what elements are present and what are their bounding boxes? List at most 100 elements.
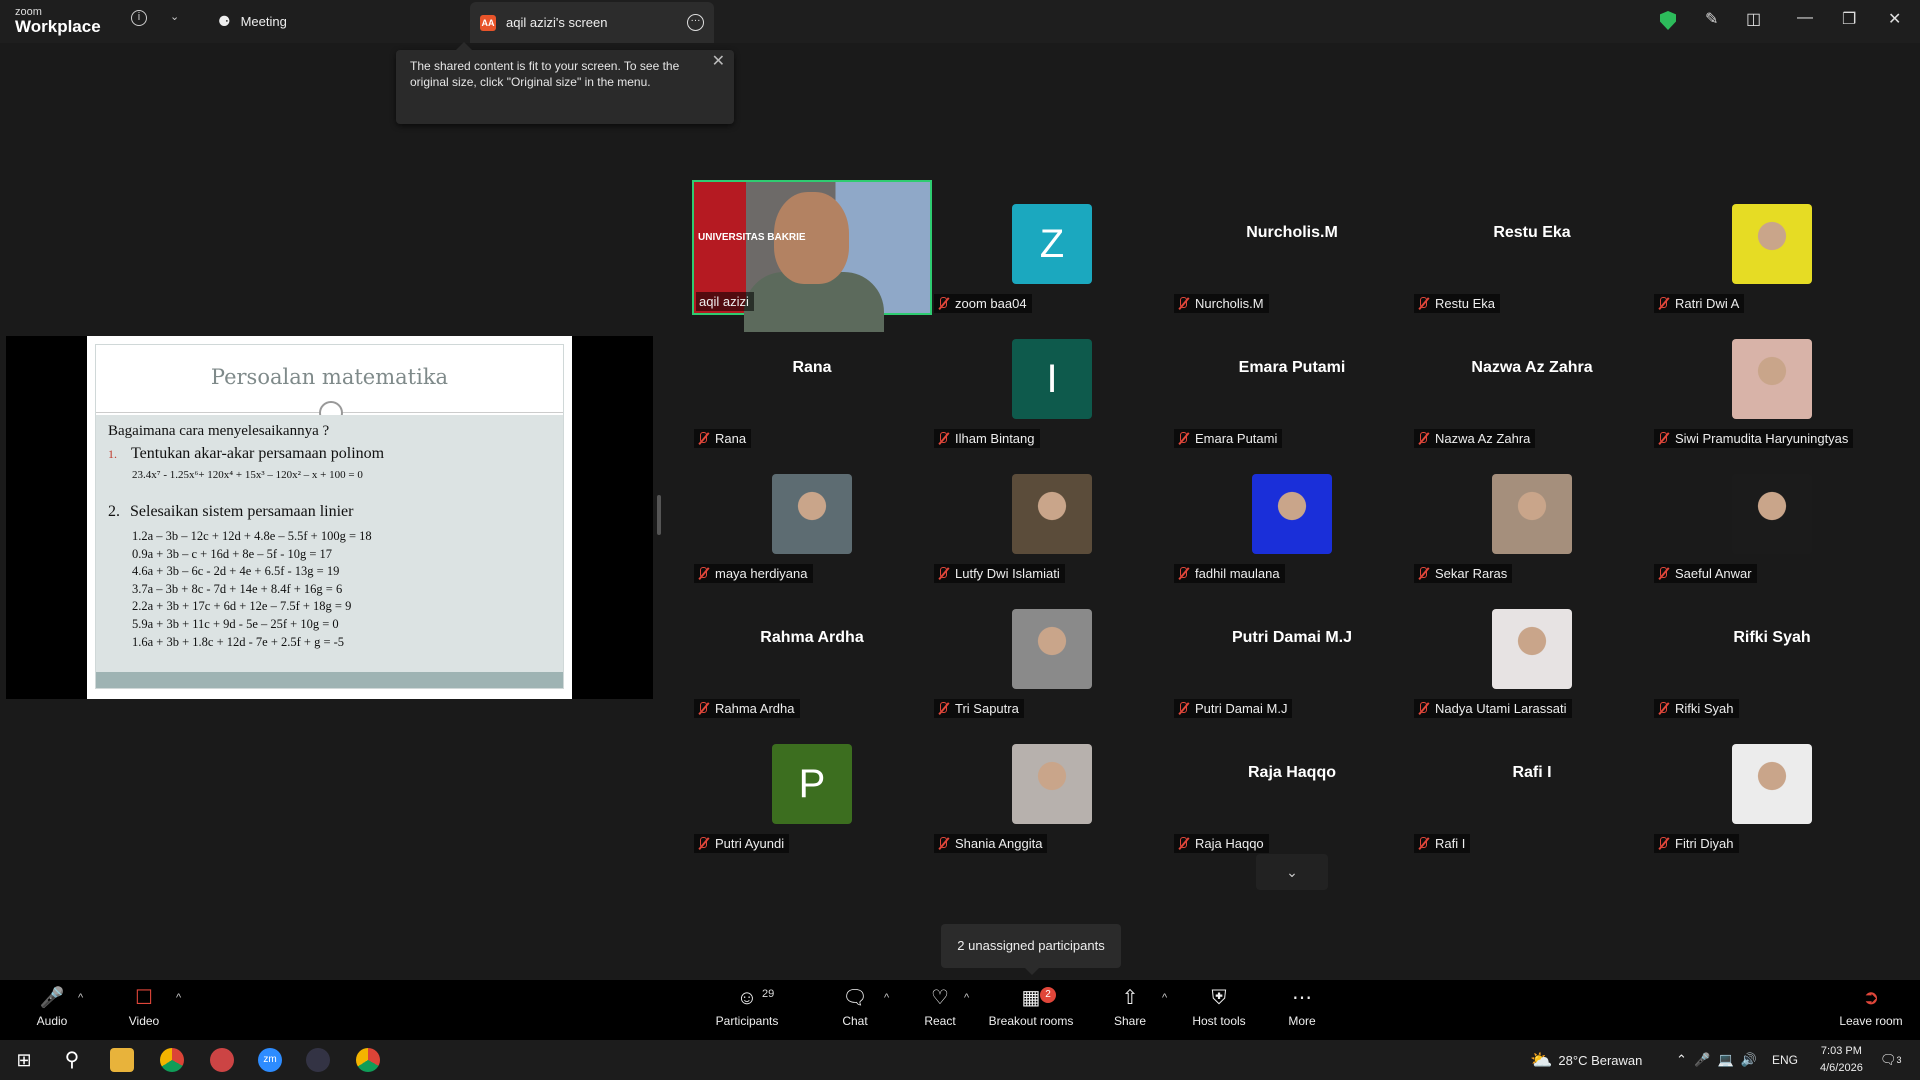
- unassigned-participants-tooltip[interactable]: 2 unassigned participants: [941, 924, 1121, 975]
- share-options-caret-icon[interactable]: ^: [1162, 992, 1167, 1004]
- participant-tile[interactable]: Putri Damai M.J Putri Damai M.J: [1172, 585, 1412, 720]
- muted-mic-icon: [697, 567, 709, 580]
- participants-label: Participants: [715, 1014, 779, 1028]
- minimize-icon[interactable]: —: [1797, 9, 1813, 27]
- participant-name: aqil azizi: [699, 294, 749, 309]
- windows-start-icon[interactable]: ⊞: [12, 1048, 36, 1072]
- security-shield-icon[interactable]: [1660, 11, 1676, 30]
- chat-button[interactable]: 🗨 Chat: [840, 986, 870, 1028]
- gallery-scroll-down-button[interactable]: ⌄: [1256, 854, 1328, 890]
- participant-tile[interactable]: Nazwa Az Zahra Nazwa Az Zahra: [1412, 315, 1652, 450]
- notifications-icon[interactable]: 🗨 3: [1880, 1040, 1902, 1080]
- participant-name: Ratri Dwi A: [1675, 296, 1740, 311]
- participant-name-label: Rifki Syah: [1654, 699, 1739, 718]
- video-banner-text: UNIVERSITAS BAKRIE: [698, 232, 806, 243]
- tooltip-close-icon[interactable]: ✕: [712, 54, 725, 70]
- search-icon[interactable]: ⚲: [60, 1048, 84, 1072]
- participant-name-label: zoom baa04: [934, 294, 1032, 313]
- profile-photo: [1732, 204, 1812, 284]
- participant-display-name: Rahma Ardha: [760, 628, 864, 646]
- participant-tile[interactable]: Shania Anggita: [932, 720, 1172, 855]
- profile-photo: [1732, 474, 1812, 554]
- app-icon[interactable]: [210, 1048, 234, 1072]
- camera-app-icon[interactable]: [306, 1048, 330, 1072]
- annotate-pencil-icon[interactable]: ✎: [1705, 9, 1718, 29]
- participant-name-label: Ilham Bintang: [934, 429, 1040, 448]
- chevron-down-icon[interactable]: ⌄: [170, 10, 179, 23]
- restore-icon[interactable]: ❐: [1842, 9, 1856, 29]
- participant-tile[interactable]: Rifki Syah Rifki Syah: [1652, 585, 1892, 720]
- participant-tile[interactable]: Rahma Ardha Rahma Ardha: [692, 585, 932, 720]
- participant-tile[interactable]: Emara Putami Emara Putami: [1172, 315, 1412, 450]
- file-explorer-icon[interactable]: [110, 1048, 134, 1072]
- info-icon[interactable]: i: [131, 10, 147, 26]
- participant-tile[interactable]: Saeful Anwar: [1652, 450, 1892, 585]
- muted-mic-icon: [937, 297, 949, 310]
- tab-meeting[interactable]: ⚈ Meeting: [218, 0, 287, 43]
- more-button[interactable]: ⋯ More: [1284, 986, 1320, 1028]
- participant-name-label: Tri Saputra: [934, 699, 1024, 718]
- language-indicator[interactable]: ENG: [1772, 1040, 1798, 1080]
- more-options-icon[interactable]: ···: [687, 14, 704, 31]
- chrome-active-icon[interactable]: [356, 1048, 380, 1072]
- participant-tile[interactable]: Restu Eka Restu Eka: [1412, 180, 1652, 315]
- clock[interactable]: 7:03 PM 4/6/2026: [1820, 1043, 1863, 1077]
- breakout-rooms-button[interactable]: ▦ Breakout rooms: [988, 986, 1074, 1028]
- windows-taskbar: ⊞ ⚲ zm ⛅ 1 28°C Berawan ⌃ 🎤 💻 🔊 ENG 7:03…: [0, 1040, 1920, 1080]
- participant-tile[interactable]: Siwi Pramudita Haryuningtyas: [1652, 315, 1892, 450]
- participant-tile[interactable]: Zzoom baa04: [932, 180, 1172, 315]
- zoom-app-icon[interactable]: zm: [258, 1048, 282, 1072]
- participant-tile[interactable]: Nadya Utami Larassati: [1412, 585, 1652, 720]
- weather-icon: ⛅: [1530, 1049, 1553, 1070]
- tab-shared-screen-label: aqil azizi's screen: [506, 15, 608, 30]
- chrome-icon[interactable]: [160, 1048, 184, 1072]
- audio-options-caret-icon[interactable]: ^: [78, 992, 83, 1004]
- participant-tile[interactable]: Rana Rana: [692, 315, 932, 450]
- audio-button[interactable]: 🎤 Audio: [34, 986, 70, 1028]
- more-dots-icon: ⋯: [1292, 987, 1312, 1009]
- participant-display-name: Emara Putami: [1238, 358, 1346, 376]
- react-options-caret-icon[interactable]: ^: [964, 992, 969, 1004]
- video-options-caret-icon[interactable]: ^: [176, 992, 181, 1004]
- participant-tile[interactable]: Lutfy Dwi Islamiati: [932, 450, 1172, 585]
- question-2: 2. Selesaikan sistem persamaan linier: [108, 503, 353, 521]
- participant-name-label: Lutfy Dwi Islamiati: [934, 564, 1065, 583]
- fit-to-screen-tooltip: The shared content is fit to your screen…: [396, 42, 734, 124]
- participant-tile[interactable]: maya herdiyana: [692, 450, 932, 585]
- participant-tile[interactable]: Tri Saputra: [932, 585, 1172, 720]
- host-tools-button[interactable]: ⛨ Host tools: [1190, 986, 1248, 1028]
- breakout-rooms-icon: ▦: [1021, 987, 1041, 1009]
- profile-photo: [1492, 609, 1572, 689]
- participant-display-name: Nazwa Az Zahra: [1471, 358, 1593, 376]
- chat-options-caret-icon[interactable]: ^: [884, 992, 889, 1004]
- video-button[interactable]: ☐ Video: [126, 986, 162, 1028]
- linear-equations: 1.2a – 3b – 12c + 12d + 4.8e – 5.5f + 10…: [132, 528, 372, 651]
- shared-screen[interactable]: Persoalan matematika Bagaimana cara meny…: [6, 336, 653, 699]
- system-tray-icons[interactable]: ⌃ 🎤 💻 🔊: [1676, 1040, 1757, 1080]
- participant-display-name: Putri Damai M.J: [1231, 628, 1353, 646]
- close-icon[interactable]: ✕: [1888, 9, 1901, 29]
- participant-display-name: Rana: [792, 358, 832, 376]
- participant-tile[interactable]: Sekar Raras: [1412, 450, 1652, 585]
- participant-tile[interactable]: Rafi I Rafi I: [1412, 720, 1652, 855]
- leave-room-button[interactable]: ➲ Leave room: [1838, 986, 1904, 1028]
- participant-tile[interactable]: I Ilham Bintang: [932, 315, 1172, 450]
- muted-mic-icon: [1657, 432, 1669, 445]
- split-divider-handle[interactable]: [657, 495, 661, 535]
- weather-widget[interactable]: ⛅ 1 28°C Berawan: [1530, 1040, 1642, 1080]
- participant-tile[interactable]: Nurcholis.M Nurcholis.M: [1172, 180, 1412, 315]
- participant-name: Rahma Ardha: [715, 701, 795, 716]
- layout-icon[interactable]: ◫: [1746, 9, 1761, 29]
- participant-tile[interactable]: fadhil maulana: [1172, 450, 1412, 585]
- equation-line: 1.6a + 3b + 1.8c + 12d - 7e + 2.5f + g =…: [132, 634, 345, 649]
- participant-tile[interactable]: Raja Haqqo Raja Haqqo: [1172, 720, 1412, 855]
- participant-name: Rifki Syah: [1675, 701, 1734, 716]
- participant-tile[interactable]: UNIVERSITAS BAKRIE aqil azizi: [692, 180, 932, 332]
- participant-tile[interactable]: Fitri Diyah: [1652, 720, 1892, 855]
- participant-tile[interactable]: Ratri Dwi A: [1652, 180, 1892, 315]
- participant-tile[interactable]: P Putri Ayundi: [692, 720, 932, 855]
- tab-shared-screen[interactable]: AA aqil azizi's screen ···: [470, 2, 714, 43]
- react-button[interactable]: ♡ React: [922, 986, 958, 1028]
- share-button[interactable]: ⇧ Share: [1112, 986, 1148, 1028]
- q1-text: Tentukan akar-akar persamaan polinom: [131, 445, 385, 462]
